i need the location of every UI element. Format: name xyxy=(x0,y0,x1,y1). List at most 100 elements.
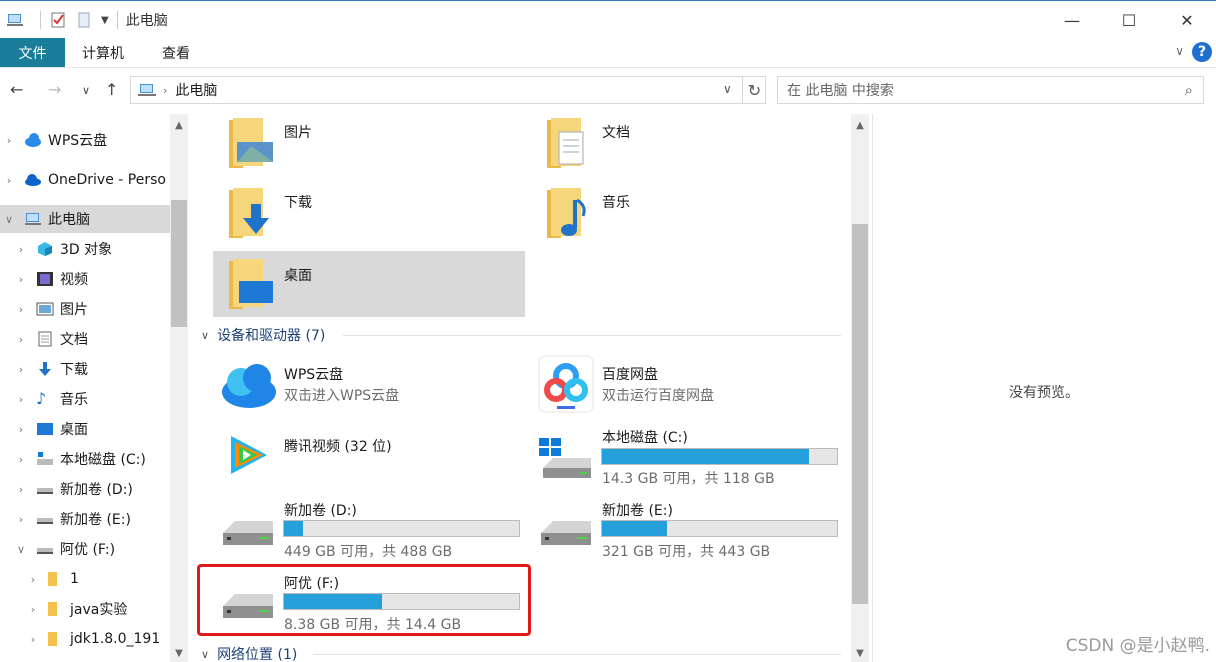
sidebar-item-desktop[interactable]: › 桌面 xyxy=(0,415,170,443)
device-drive-d[interactable]: 新加卷 (D:) 449 GB 可用，共 488 GB xyxy=(213,499,525,565)
back-button[interactable]: ← xyxy=(10,80,23,99)
chevron-right-icon[interactable]: › xyxy=(14,333,28,346)
device-drive-e[interactable]: 新加卷 (E:) 321 GB 可用，共 443 GB xyxy=(531,499,843,565)
group-header-network[interactable]: ∨ 网络位置 (1) xyxy=(201,643,297,662)
up-button[interactable]: ↑ xyxy=(105,80,118,99)
3d-objects-icon xyxy=(38,242,52,256)
system-drive-icon xyxy=(37,452,53,465)
chevron-right-icon[interactable]: › xyxy=(14,453,28,466)
sidebar-item-folder-jdk[interactable]: › jdk1.8.0_191 xyxy=(0,625,170,653)
folder-documents[interactable]: 文档 xyxy=(531,114,843,180)
content-scrollbar-thumb[interactable] xyxy=(852,224,868,604)
chevron-down-icon: ∨ xyxy=(201,328,210,342)
drive-icon xyxy=(223,521,273,545)
sidebar-item-pictures[interactable]: › 图片 xyxy=(0,295,170,323)
chevron-right-icon[interactable]: › xyxy=(26,573,40,586)
sidebar-item-drive-d[interactable]: › 新加卷 (D:) xyxy=(0,475,170,503)
computer-icon xyxy=(7,14,23,26)
help-icon[interactable]: ? xyxy=(1192,42,1212,62)
drive-icon xyxy=(37,548,53,554)
folder-music[interactable]: 音乐 xyxy=(531,184,843,250)
chevron-right-icon[interactable]: › xyxy=(26,633,40,646)
sidebar-item-drive-f[interactable]: ∨ 阿优 (F:) xyxy=(0,535,170,563)
window-title: 此电脑 xyxy=(125,13,168,29)
chevron-right-icon[interactable]: › xyxy=(14,423,28,436)
address-bar[interactable]: › 此电脑 ∨ ↻ xyxy=(130,76,766,104)
quick-access-toolbar: ▼ 此电脑 xyxy=(6,10,168,30)
tencent-video-icon xyxy=(231,436,267,474)
forward-button[interactable]: → xyxy=(48,80,61,99)
sidebar-item-documents[interactable]: › 文档 xyxy=(0,325,170,353)
address-dropdown-icon[interactable]: ∨ xyxy=(723,82,732,96)
folder-icon xyxy=(48,632,57,646)
sidebar-scrollbar-thumb[interactable] xyxy=(171,200,187,327)
sidebar-item-videos[interactable]: › 视频 xyxy=(0,265,170,293)
chevron-right-icon[interactable]: › xyxy=(26,603,40,616)
chevron-down-icon[interactable]: ∨ xyxy=(14,543,28,556)
sidebar-item-wps-cloud[interactable]: › WPS云盘 xyxy=(0,126,170,154)
sidebar-item-folder-java[interactable]: › java实验 xyxy=(0,595,170,623)
sidebar-item-music[interactable]: › ♪ 音乐 xyxy=(0,385,170,413)
sidebar-scrollbar[interactable] xyxy=(170,114,188,662)
chevron-right-icon[interactable]: › xyxy=(14,483,28,496)
search-input[interactable]: 在 此电脑 中搜索 ⌕ xyxy=(777,76,1204,104)
tab-view[interactable]: 查看 xyxy=(162,38,190,67)
documents-icon xyxy=(38,331,52,347)
scroll-down-icon[interactable]: ▼ xyxy=(851,644,869,662)
folder-icon xyxy=(48,602,57,616)
chevron-down-icon: ∨ xyxy=(201,647,210,661)
chevron-right-icon[interactable]: › xyxy=(14,303,28,316)
drive-d-usage-fill xyxy=(284,521,303,536)
chevron-right-icon[interactable]: › xyxy=(14,363,28,376)
breadcrumb[interactable]: 此电脑 xyxy=(175,80,217,100)
expand-ribbon-icon[interactable]: ∨ xyxy=(1175,44,1184,58)
tab-computer[interactable]: 计算机 xyxy=(82,38,124,67)
sidebar-item-onedrive[interactable]: › OneDrive - Perso xyxy=(0,166,170,194)
sidebar-item-drive-e[interactable]: › 新加卷 (E:) xyxy=(0,505,170,533)
scroll-up-icon[interactable]: ▲ xyxy=(170,116,188,134)
group-header-devices[interactable]: ∨ 设备和驱动器 (7) xyxy=(201,324,325,346)
sidebar-item-downloads[interactable]: › 下载 xyxy=(0,355,170,383)
recent-locations-icon[interactable]: ∨ xyxy=(82,84,90,97)
music-folder-icon xyxy=(547,188,586,238)
chevron-down-icon[interactable]: ∨ xyxy=(2,213,16,226)
customize-toolbar-icon[interactable]: ▼ xyxy=(101,15,109,26)
drive-icon xyxy=(37,518,53,524)
sidebar-item-folder-1[interactable]: › 1 xyxy=(0,565,170,593)
device-wps-cloud[interactable]: WPS云盘 双击进入WPS云盘 xyxy=(213,354,525,420)
preview-pane: 没有预览。 xyxy=(872,114,1216,662)
device-baidu-netdisk[interactable]: 百度网盘 双击运行百度网盘 xyxy=(531,354,843,420)
close-button[interactable]: ✕ xyxy=(1158,1,1216,39)
scroll-down-icon[interactable]: ▼ xyxy=(170,644,188,662)
properties-icon[interactable] xyxy=(49,11,67,29)
chevron-right-icon[interactable]: › xyxy=(14,273,28,286)
device-drive-c[interactable]: 本地磁盘 (C:) 14.3 GB 可用，共 118 GB xyxy=(531,426,843,492)
highlight-annotation xyxy=(197,564,531,636)
scroll-up-icon[interactable]: ▲ xyxy=(851,116,869,134)
navigation-bar: ← → ∨ ↑ › 此电脑 ∨ ↻ 在 此电脑 中搜索 ⌕ xyxy=(0,68,1216,114)
drive-c-usage-fill xyxy=(602,449,809,464)
folder-icon xyxy=(48,572,57,586)
sidebar-item-drive-c[interactable]: › 本地磁盘 (C:) xyxy=(0,445,170,473)
chevron-right-icon[interactable]: › xyxy=(2,134,16,147)
search-icon[interactable]: ⌕ xyxy=(1185,81,1193,99)
chevron-right-icon[interactable]: › xyxy=(14,393,28,406)
search-placeholder: 在 此电脑 中搜索 xyxy=(787,83,894,99)
wps-cloud-icon xyxy=(222,364,276,408)
sidebar-item-this-pc[interactable]: ∨ 此电脑 xyxy=(0,205,170,233)
chevron-right-icon[interactable]: › xyxy=(14,513,28,526)
folder-downloads[interactable]: 下载 xyxy=(213,184,525,250)
device-tencent-video[interactable]: 腾讯视频 (32 位) xyxy=(213,426,525,492)
folder-pictures[interactable]: 图片 xyxy=(213,114,525,180)
new-folder-icon[interactable] xyxy=(75,11,93,29)
folder-desktop[interactable]: 桌面 xyxy=(213,251,525,317)
refresh-icon[interactable]: ↻ xyxy=(742,76,766,104)
sidebar-item-3d-objects[interactable]: › 3D 对象 xyxy=(0,235,170,263)
drive-e-usage-bar xyxy=(601,520,838,537)
chevron-right-icon[interactable]: › xyxy=(14,243,28,256)
drive-icon xyxy=(541,521,591,545)
maximize-button[interactable]: ☐ xyxy=(1100,1,1158,39)
minimize-button[interactable]: — xyxy=(1043,1,1101,39)
tab-file[interactable]: 文件 xyxy=(0,38,65,67)
chevron-right-icon[interactable]: › xyxy=(2,174,16,187)
